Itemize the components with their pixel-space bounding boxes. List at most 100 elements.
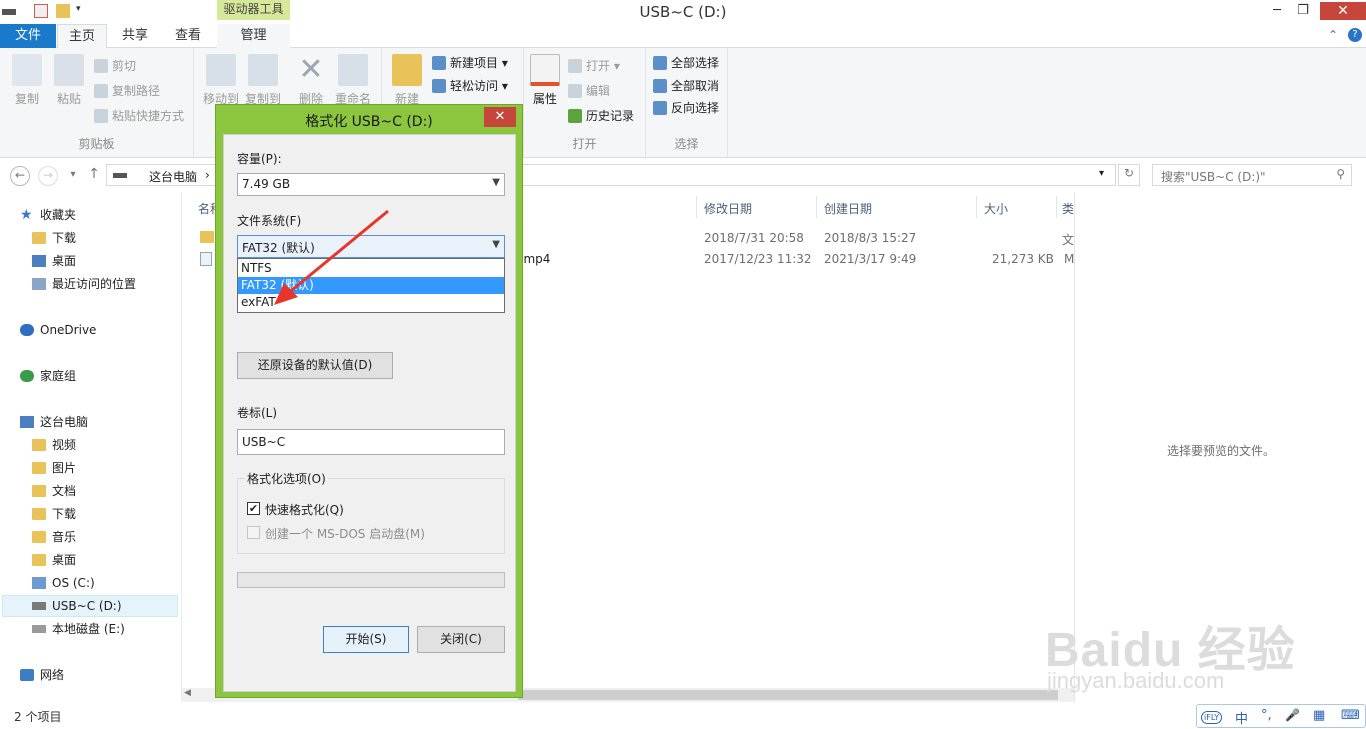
breadcrumb-separator[interactable]: › <box>205 168 210 182</box>
nav-local-e[interactable]: 本地磁盘 (E:) <box>32 618 125 640</box>
nav-desktop[interactable]: 桌面 <box>32 250 76 272</box>
drive-icon <box>113 173 127 178</box>
ime-punctuation-toggle[interactable]: °, <box>1261 708 1272 723</box>
minimize-button[interactable]: ─ <box>1264 2 1290 20</box>
ifly-logo-icon[interactable]: iFLY <box>1201 711 1223 724</box>
recent-locations-button[interactable]: ▾ <box>63 166 83 186</box>
edit-button[interactable]: 编辑 <box>568 81 610 101</box>
select-none-icon <box>653 79 667 93</box>
select-none-button[interactable]: 全部取消 <box>653 76 719 96</box>
breadcrumb-this-pc[interactable]: 这台电脑 <box>149 168 197 185</box>
column-header-created[interactable]: 创建日期 <box>824 200 872 217</box>
homegroup-icon <box>20 370 34 382</box>
move-to-button[interactable]: 移动到 <box>200 54 242 107</box>
nav-homegroup[interactable]: 家庭组 <box>20 365 76 387</box>
new-folder-button[interactable]: 新建 <box>386 54 428 107</box>
nav-desktop-pc[interactable]: 桌面 <box>32 549 76 571</box>
nav-downloads[interactable]: 下载 <box>32 227 76 249</box>
up-button[interactable]: ↑ <box>84 166 104 186</box>
cut-button[interactable]: 剪切 <box>94 56 136 76</box>
forward-button[interactable]: → <box>38 166 58 186</box>
copy-to-button[interactable]: 复制到 <box>242 54 284 107</box>
nav-usb-d[interactable]: USB~C (D:) <box>32 595 122 617</box>
nav-this-pc[interactable]: 这台电脑 <box>20 411 88 433</box>
copy-path-icon <box>94 84 108 98</box>
column-header-type[interactable]: 类 <box>1062 200 1074 217</box>
paste-button[interactable]: 粘贴 <box>48 54 90 107</box>
paste-shortcut-button[interactable]: 粘贴快捷方式 <box>94 106 184 126</box>
scroll-left-icon[interactable]: ◀ <box>184 688 191 698</box>
easy-access-button[interactable]: 轻松访问 ▾ <box>432 76 508 96</box>
documents-folder-icon <box>32 485 46 497</box>
windows-drive-icon <box>32 577 46 589</box>
dialog-title: 格式化 USB~C (D:) <box>305 114 433 130</box>
column-separator[interactable] <box>1056 196 1057 218</box>
close-dialog-button[interactable]: 关闭(C) <box>417 626 505 653</box>
ime-voice-icon[interactable]: 🎤 <box>1285 708 1300 722</box>
start-button[interactable]: 开始(S) <box>323 626 409 653</box>
group-label-select: 选择 <box>674 137 699 151</box>
select-all-button[interactable]: 全部选择 <box>653 53 719 73</box>
nav-onedrive[interactable]: OneDrive <box>20 319 96 341</box>
dialog-close-button[interactable]: ✕ <box>484 107 516 127</box>
quick-format-checkbox[interactable]: ✔ <box>247 502 260 515</box>
rename-button[interactable]: 重命名 <box>332 54 374 107</box>
desktop-icon <box>32 255 46 267</box>
capacity-select[interactable]: 7.49 GB ▼ <box>237 173 505 196</box>
chevron-down-icon: ▼ <box>492 239 500 250</box>
nav-documents[interactable]: 文档 <box>32 480 76 502</box>
tab-home[interactable]: 主页 <box>57 24 107 49</box>
annotation-arrow-icon <box>274 209 389 305</box>
ime-language-toggle[interactable]: 中 <box>1235 708 1248 727</box>
invert-selection-button[interactable]: 反向选择 <box>653 98 719 118</box>
copy-path-button[interactable]: 复制路径 <box>94 81 160 101</box>
navigation-pane: ★ 收藏夹 下载 桌面 最近访问的位置 OneDrive 家庭组 这台电脑 视频 … <box>0 192 182 702</box>
rename-icon <box>338 54 368 86</box>
column-separator[interactable] <box>816 196 817 218</box>
nav-pictures[interactable]: 图片 <box>32 457 76 479</box>
search-icon[interactable]: ⚲ <box>1336 167 1345 181</box>
column-header-size[interactable]: 大小 <box>984 200 1008 217</box>
easy-access-icon <box>432 79 446 93</box>
tab-share[interactable]: 共享 <box>110 24 160 48</box>
tab-manage[interactable]: 管理 <box>217 24 290 48</box>
close-button[interactable]: ✕ <box>1320 2 1366 20</box>
tab-file[interactable]: 文件 <box>0 24 56 48</box>
open-button[interactable]: 打开 ▾ <box>568 56 620 76</box>
maximize-button[interactable]: ❐ <box>1290 2 1316 20</box>
nav-music[interactable]: 音乐 <box>32 526 76 548</box>
refresh-button[interactable]: ↻ <box>1118 164 1140 186</box>
paste-shortcut-icon <box>94 109 108 123</box>
column-separator[interactable] <box>696 196 697 218</box>
address-dropdown-icon[interactable]: ▾ <box>1099 168 1104 179</box>
quick-format-label[interactable]: 快速格式化(Q) <box>265 501 344 518</box>
copy-button[interactable]: 复制 <box>6 54 48 107</box>
new-item-button[interactable]: 新建项目 ▾ <box>432 53 508 73</box>
nav-downloads-pc[interactable]: 下载 <box>32 503 76 525</box>
nav-os-c[interactable]: OS (C:) <box>32 572 95 594</box>
back-button[interactable]: ← <box>10 166 30 186</box>
volume-label-input[interactable]: USB~C <box>237 429 505 455</box>
tab-view[interactable]: 查看 <box>163 24 213 48</box>
column-separator[interactable] <box>976 196 977 218</box>
msdos-boot-checkbox[interactable] <box>247 526 260 539</box>
ime-keyboard-icon[interactable]: ⌨ <box>1341 708 1360 723</box>
help-icon[interactable]: ? <box>1348 28 1362 42</box>
delete-button[interactable]: ✕ 删除 <box>290 54 332 107</box>
collapse-ribbon-icon[interactable]: ⌃ <box>1328 28 1338 42</box>
ime-grid-icon[interactable]: ▦ <box>1313 708 1325 723</box>
history-icon <box>568 109 582 123</box>
group-open: 属性 打开 ▾ 编辑 历史记录 打开 <box>524 48 646 158</box>
nav-videos[interactable]: 视频 <box>32 434 76 456</box>
restore-defaults-button[interactable]: 还原设备的默认值(D) <box>237 352 393 379</box>
history-button[interactable]: 历史记录 <box>568 106 634 126</box>
nav-recent[interactable]: 最近访问的位置 <box>32 273 136 295</box>
onedrive-icon <box>20 324 34 336</box>
scrollbar-thumb[interactable] <box>518 690 1058 700</box>
videos-folder-icon <box>32 439 46 451</box>
search-input[interactable]: 搜索"USB~C (D:)" ⚲ <box>1152 164 1352 186</box>
column-header-modified[interactable]: 修改日期 <box>704 200 752 217</box>
nav-network[interactable]: 网络 <box>20 664 64 686</box>
nav-favorites[interactable]: ★ 收藏夹 <box>20 204 76 226</box>
properties-button[interactable]: 属性 <box>524 54 566 107</box>
